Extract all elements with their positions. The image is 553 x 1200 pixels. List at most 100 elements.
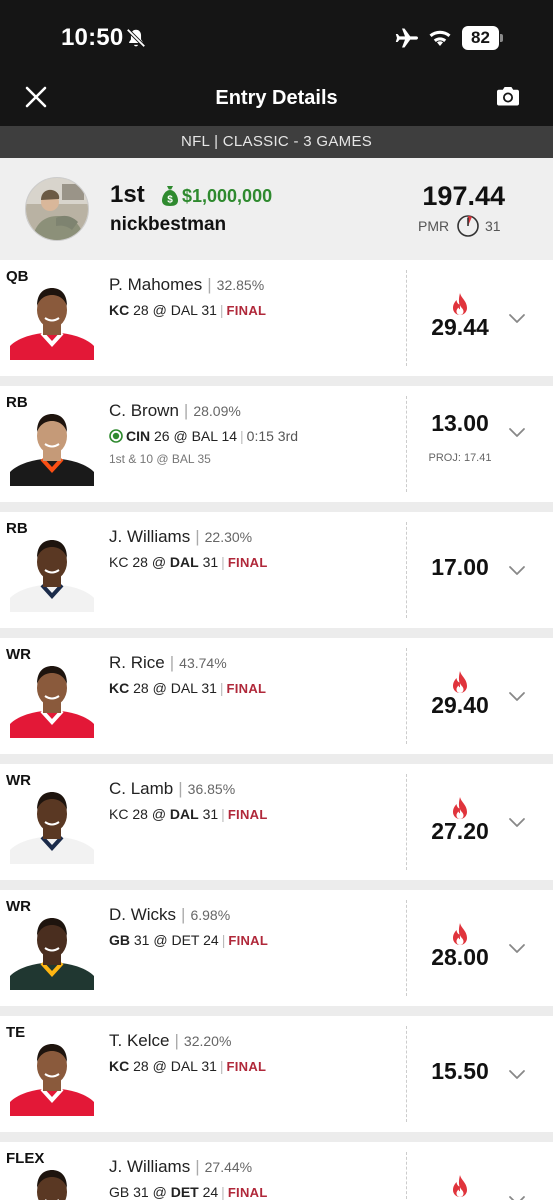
username: nickbestman [110, 214, 227, 235]
svg-text:$: $ [167, 195, 173, 206]
player-name-line: J. Williams | 27.44% [109, 1157, 252, 1177]
separator: | [219, 680, 224, 696]
row-divider [406, 900, 407, 996]
score-away: 28 [132, 806, 148, 822]
score-home: 24 [202, 1184, 219, 1200]
score-home: 24 [203, 932, 219, 948]
entry-place: 1st [110, 181, 145, 208]
player-name[interactable]: T. Kelce [109, 1031, 169, 1050]
score-away: 31 [133, 1184, 149, 1200]
separator: | [174, 1031, 179, 1050]
separator: | [219, 1058, 224, 1074]
at-symbol: @ [152, 302, 167, 318]
row-divider [406, 648, 407, 744]
player-row[interactable]: RB C. Brown | 28.09% CIN 26 @ BAL 14 | 0:15 … [0, 386, 553, 502]
chevron-down-icon[interactable] [508, 1194, 526, 1200]
at-symbol: @ [152, 1058, 167, 1074]
player-name[interactable]: C. Brown [109, 401, 179, 420]
score-home: 31 [201, 680, 217, 696]
separator: | [183, 401, 189, 420]
row-divider [406, 270, 407, 366]
chevron-down-icon[interactable] [508, 690, 526, 702]
projected-points: PROJ: 17.41 [428, 452, 492, 464]
ownership-percent: 32.85% [216, 277, 265, 293]
status-bar: 10:50 82 [0, 0, 553, 76]
chevron-down-icon[interactable] [508, 942, 526, 954]
team-home: DET [171, 932, 200, 948]
fantasy-points: 13.00 [431, 410, 489, 436]
separator: | [178, 779, 183, 798]
entry-summary: 1st $ $1,000,000 nickbestman 197.44 PMR … [0, 158, 553, 260]
player-name[interactable]: D. Wicks [109, 905, 176, 924]
at-symbol: @ [173, 428, 188, 444]
player-name[interactable]: C. Lamb [109, 779, 173, 798]
player-name[interactable]: R. Rice [109, 653, 165, 672]
wifi-icon [429, 30, 451, 46]
fantasy-points: 27.20 [431, 818, 489, 844]
player-name[interactable]: P. Mahomes [109, 275, 202, 294]
chevron-down-icon[interactable] [508, 564, 526, 576]
separator: | [207, 275, 212, 294]
camera-icon[interactable] [495, 84, 521, 108]
fantasy-points: 29.40 [431, 692, 489, 718]
ownership-percent: 43.74% [179, 655, 227, 671]
team-away: KC [109, 806, 129, 822]
team-home: DAL [170, 302, 198, 318]
score-home: 31 [201, 302, 217, 318]
ownership-percent: 32.20% [183, 1033, 232, 1049]
team-away: CIN [126, 428, 151, 444]
player-name[interactable]: J. Williams [109, 527, 190, 546]
player-row[interactable]: WR C. Lamb | 36.85% KC 28 @ DAL 31 | FINAL 2… [0, 764, 553, 880]
chevron-down-icon[interactable] [508, 426, 526, 438]
game-score-line: KC 28 @ DAL 31 | FINAL [109, 554, 268, 570]
player-name-line: C. Brown | 28.09% [109, 401, 241, 421]
player-row[interactable]: FLEX J. Williams | 27.44% GB 31 @ DET 24 | F… [0, 1142, 553, 1200]
at-symbol: @ [151, 554, 167, 570]
row-divider [406, 522, 407, 618]
battery-indicator: 82 [462, 26, 504, 50]
chevron-down-icon[interactable] [508, 312, 526, 324]
game-score-line: KC 28 @ DAL 31 | FINAL [109, 806, 268, 822]
ownership-percent: 36.85% [187, 781, 236, 797]
page-title: Entry Details [215, 87, 338, 109]
game-status: FINAL [226, 681, 267, 696]
player-row[interactable]: WR R. Rice | 43.74% KC 28 @ DAL 31 | FINAL 2… [0, 638, 553, 754]
score-away: 28 [132, 554, 148, 570]
team-away: KC [109, 680, 130, 696]
game-score-line: KC 28 @ DAL 31 | FINAL [109, 302, 266, 318]
player-row[interactable]: RB J. Williams | 22.30% KC 28 @ DAL 31 | FIN… [0, 512, 553, 628]
pmr-label: PMR [418, 218, 450, 234]
score-home: 31 [201, 1058, 217, 1074]
team-away: KC [109, 302, 130, 318]
row-divider [406, 774, 407, 870]
score-away: 31 [133, 932, 150, 948]
game-status: FINAL [226, 303, 267, 318]
game-status: FINAL [228, 933, 269, 948]
row-divider [406, 1026, 407, 1122]
pmr-value: 31 [485, 218, 501, 234]
player-row[interactable]: QB P. Mahomes | 32.85% KC 28 @ DAL 31 | FINA… [0, 260, 553, 376]
ownership-percent: 27.44% [204, 1159, 253, 1175]
player-name[interactable]: J. Williams [109, 1157, 190, 1176]
chevron-down-icon[interactable] [508, 1068, 526, 1080]
player-row[interactable]: WR D. Wicks | 6.98% GB 31 @ DET 24 | FINAL 2… [0, 890, 553, 1006]
live-game-icon [109, 429, 123, 443]
game-situation: 1st & 10 @ BAL 35 [109, 452, 211, 466]
player-row[interactable]: TE T. Kelce | 32.20% KC 28 @ DAL 31 | FINAL … [0, 1016, 553, 1132]
prize-amount: $1,000,000 [182, 186, 273, 206]
chevron-down-icon[interactable] [508, 816, 526, 828]
kc-player-headshot [10, 666, 94, 738]
at-symbol: @ [152, 680, 167, 696]
airplane-icon [395, 28, 418, 48]
score-home: 14 [221, 428, 238, 444]
game-status: FINAL [227, 555, 268, 570]
avatar [25, 177, 89, 241]
player-name-line: C. Lamb | 36.85% [109, 779, 235, 799]
team-home: DAL [170, 1058, 198, 1074]
team-home: DAL [169, 806, 199, 822]
pmr-clock-icon [457, 215, 479, 237]
score-away: 28 [133, 302, 149, 318]
separator: | [169, 653, 175, 672]
game-status: FINAL [227, 807, 268, 822]
fantasy-points: 28.00 [431, 944, 489, 970]
